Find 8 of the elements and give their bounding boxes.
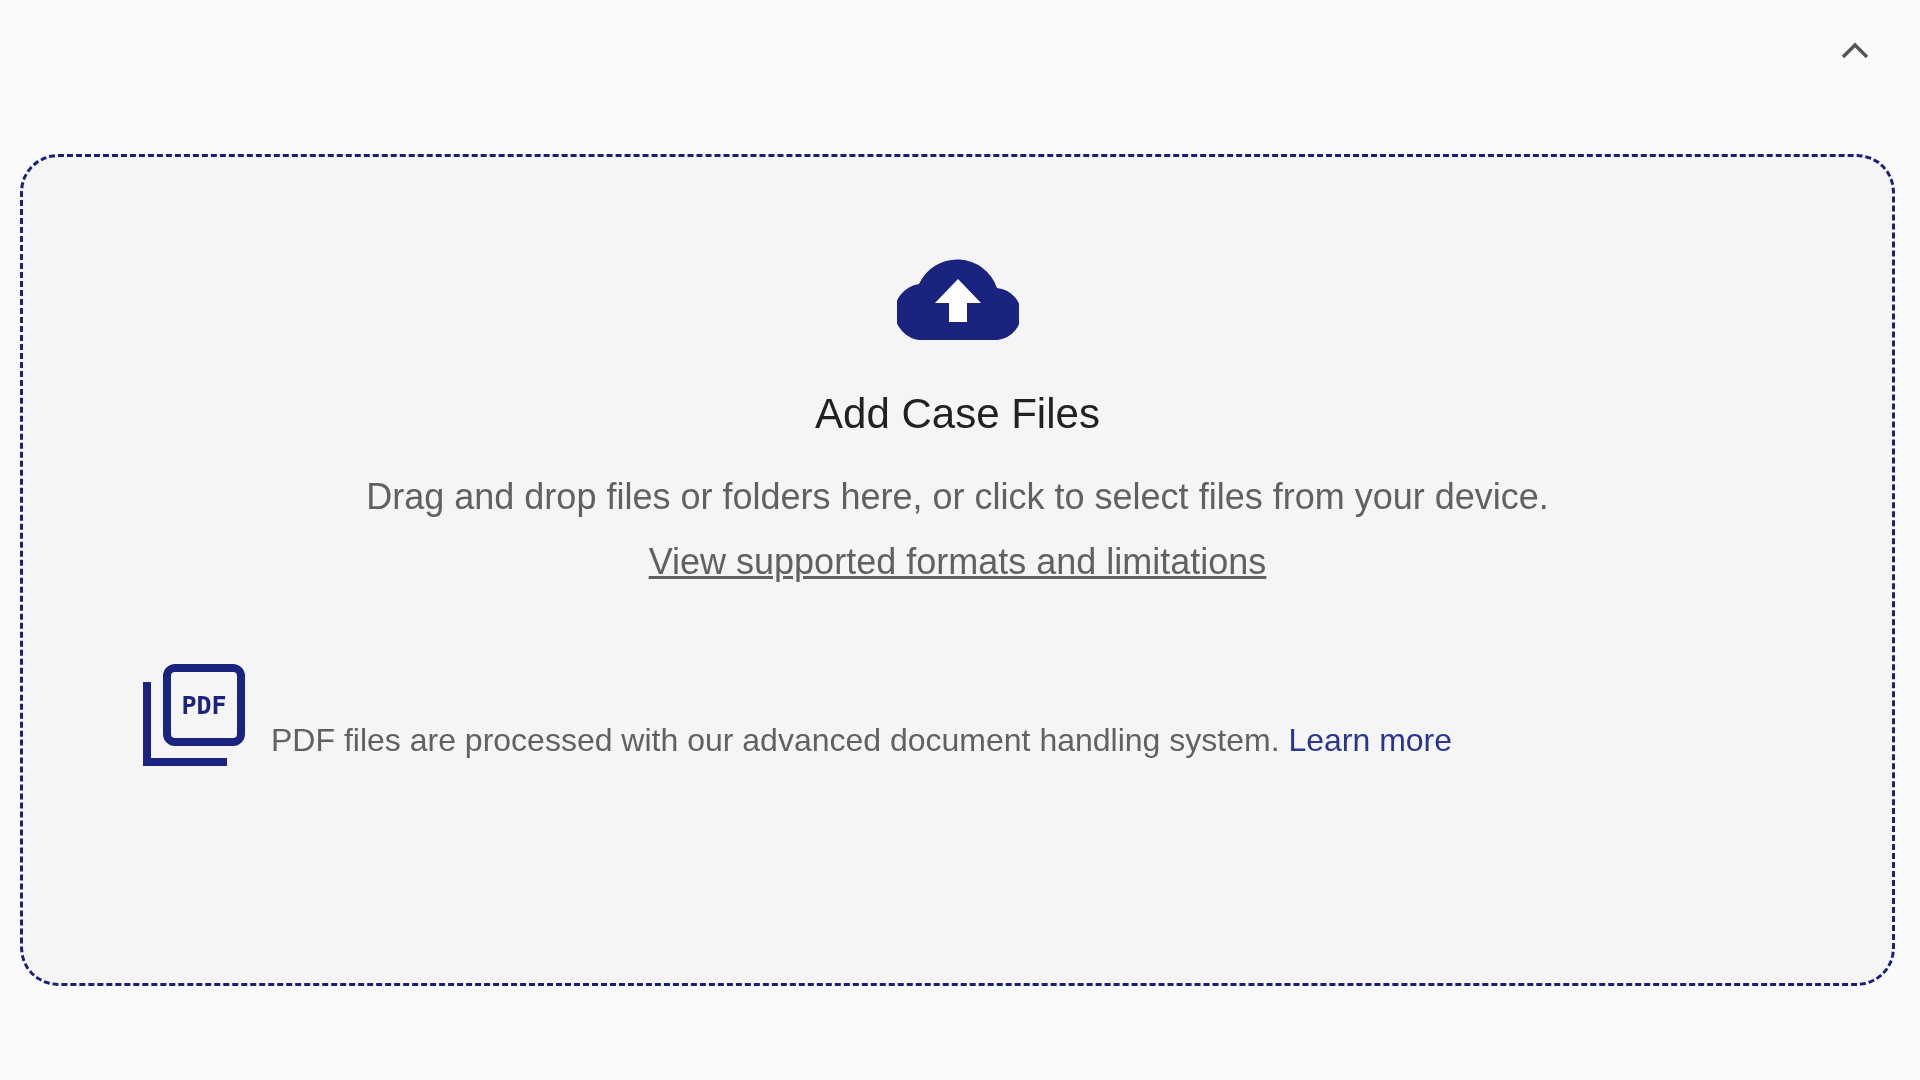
learn-more-link[interactable]: Learn more — [1288, 722, 1453, 758]
pdf-notice: PDF files are processed with our advanced document handling system. Learn more — [271, 721, 1453, 760]
drop-zone[interactable] — [20, 154, 1895, 986]
dropzone-description: Drag and drop files or folders here, or click to select files from your device. View supported formats and limitations — [365, 475, 1550, 584]
chevron-up-icon — [1839, 40, 1871, 60]
dropzone-title: Add Case Files — [815, 389, 1100, 439]
formats-link[interactable]: View supported formats and limitations — [648, 541, 1267, 582]
cloud-upload-icon — [896, 258, 1019, 340]
